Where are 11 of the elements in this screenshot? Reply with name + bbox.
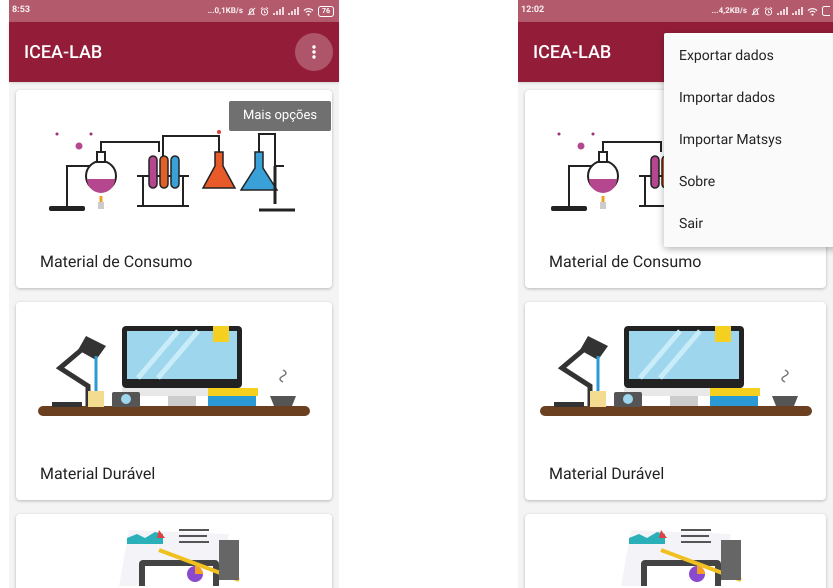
app-title: ICEA-LAB bbox=[533, 40, 612, 64]
card-title: Material de Consumo bbox=[39, 251, 194, 273]
card-title: Material de Consumo bbox=[548, 251, 702, 273]
card-title: Material Durável bbox=[548, 463, 666, 485]
clock-time: 8:53 bbox=[12, 4, 30, 18]
app-title: ICEA-LAB bbox=[24, 40, 102, 64]
clock-time: 12:02 bbox=[521, 4, 544, 18]
tooltip: Mais opções bbox=[229, 101, 332, 130]
network-speed: ...4,2KB/s bbox=[712, 5, 747, 17]
card-title: Material Durável bbox=[39, 463, 156, 485]
network-speed: ...0,1KB/s bbox=[208, 5, 243, 17]
